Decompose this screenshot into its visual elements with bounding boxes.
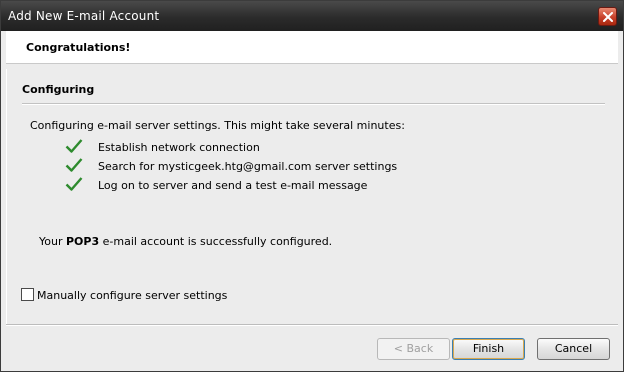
step-item: Search for mysticgeek.htg@gmail.com serv… [65, 158, 425, 176]
checkmark-icon [65, 158, 83, 172]
content-panel: Configuring Configuring e-mail server se… [6, 69, 618, 324]
footer-separator [6, 324, 618, 326]
step-item: Establish network connection [65, 139, 425, 157]
result-message: Your POP3 e-mail account is successfully… [39, 235, 332, 248]
close-button[interactable] [598, 7, 617, 26]
close-icon [603, 12, 613, 22]
section-separator [22, 103, 605, 105]
window-title: Add New E-mail Account [8, 9, 160, 23]
header-panel: Congratulations! [6, 31, 618, 64]
step-label: Log on to server and send a test e-mail … [98, 179, 368, 192]
manual-config-option[interactable]: Manually configure server settings [21, 287, 321, 303]
section-title: Configuring [22, 83, 95, 96]
result-suffix: e-mail account is successfully configure… [99, 235, 333, 248]
finish-button[interactable]: Finish [452, 338, 525, 360]
step-label: Establish network connection [98, 141, 260, 154]
header-title: Congratulations! [26, 41, 131, 54]
checkmark-icon [65, 177, 83, 191]
title-bar[interactable]: Add New E-mail Account [1, 1, 623, 31]
step-item: Log on to server and send a test e-mail … [65, 177, 425, 195]
back-button[interactable]: < Back [377, 338, 450, 360]
intro-text: Configuring e-mail server settings. This… [30, 119, 405, 132]
cancel-button[interactable]: Cancel [537, 338, 610, 360]
result-protocol: POP3 [65, 235, 100, 248]
manual-config-checkbox[interactable] [21, 288, 34, 301]
step-label: Search for mysticgeek.htg@gmail.com serv… [98, 160, 398, 173]
dialog-window: Add New E-mail Account Congratulations! … [0, 0, 624, 372]
checkmark-icon [65, 139, 83, 153]
manual-config-label[interactable]: Manually configure server settings [37, 289, 227, 302]
result-prefix: Your [39, 235, 66, 248]
